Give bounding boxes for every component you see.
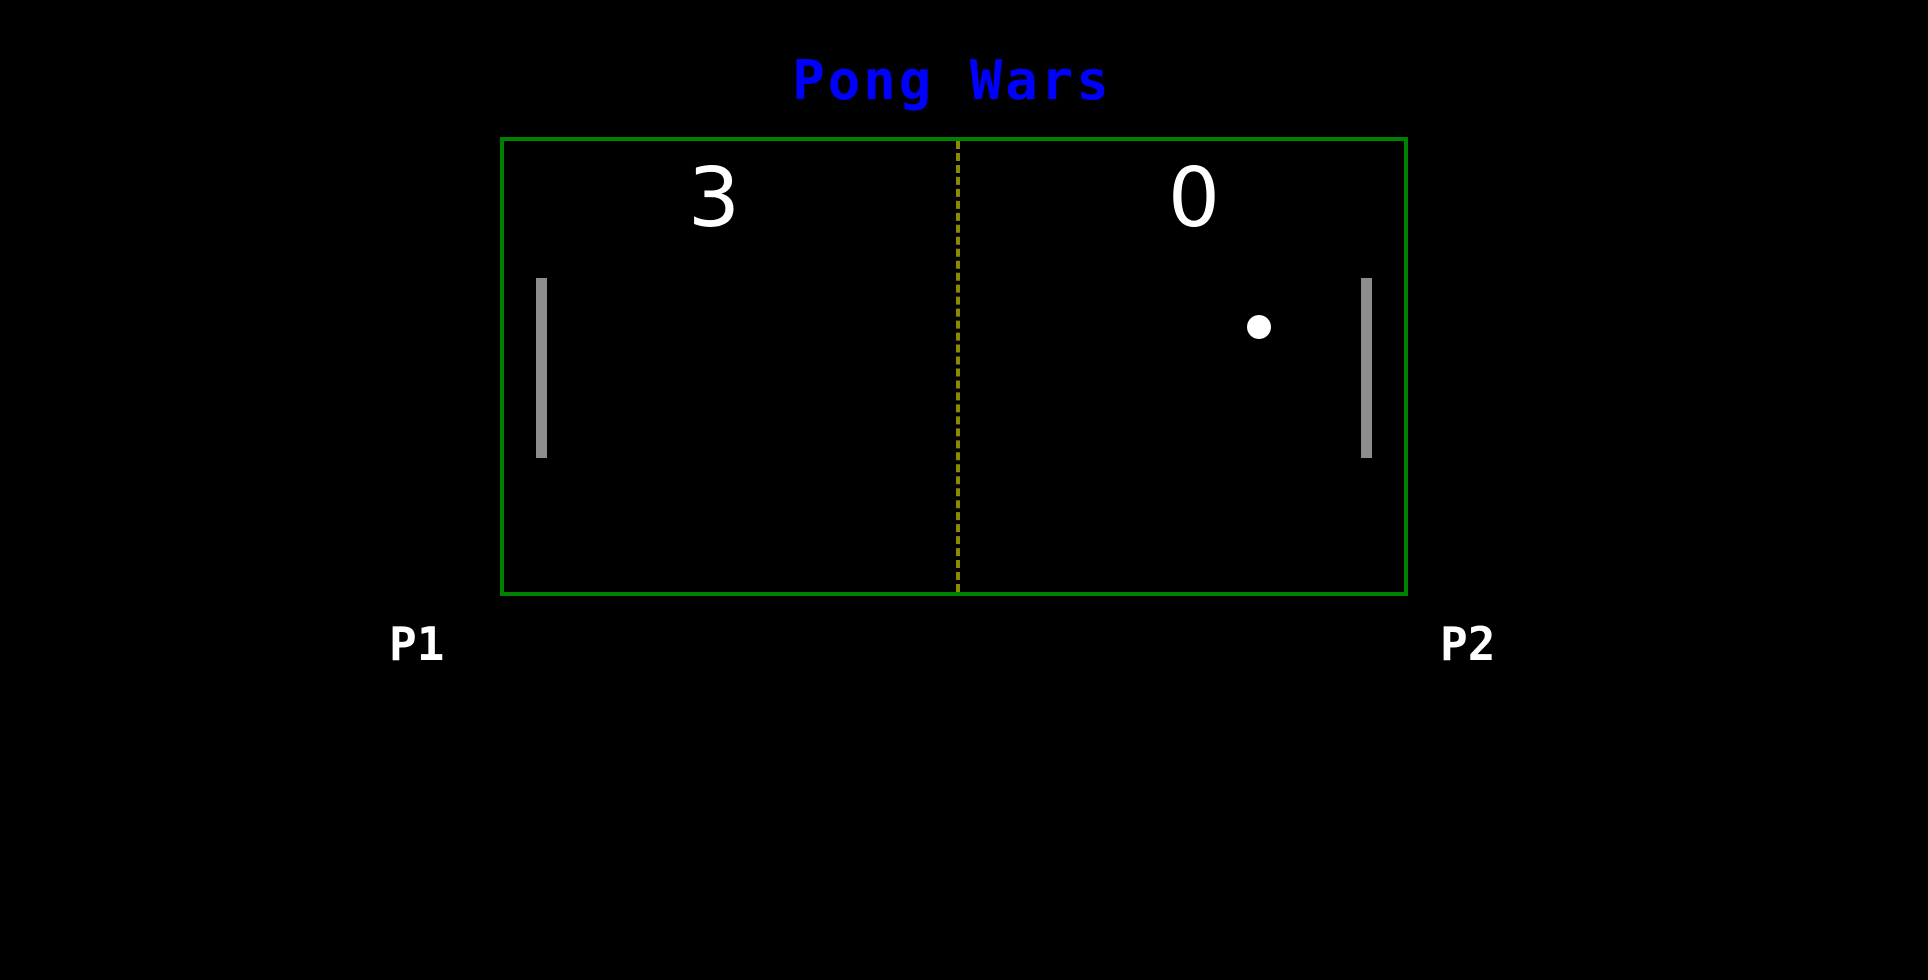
right-paddle[interactable] xyxy=(1361,278,1372,458)
player-one-label: P1 xyxy=(389,617,445,671)
game-court[interactable]: 3 0 xyxy=(500,137,1408,596)
ball xyxy=(1247,315,1271,339)
right-player-score: 0 xyxy=(1167,151,1221,246)
center-line xyxy=(956,141,960,592)
game-screen: Pong Wars 3 0 P1 P2 xyxy=(0,0,1928,980)
game-title: Pong Wars xyxy=(792,49,1112,112)
player-two-label: P2 xyxy=(1440,617,1496,671)
left-player-score: 3 xyxy=(687,151,741,246)
left-paddle[interactable] xyxy=(536,278,547,458)
